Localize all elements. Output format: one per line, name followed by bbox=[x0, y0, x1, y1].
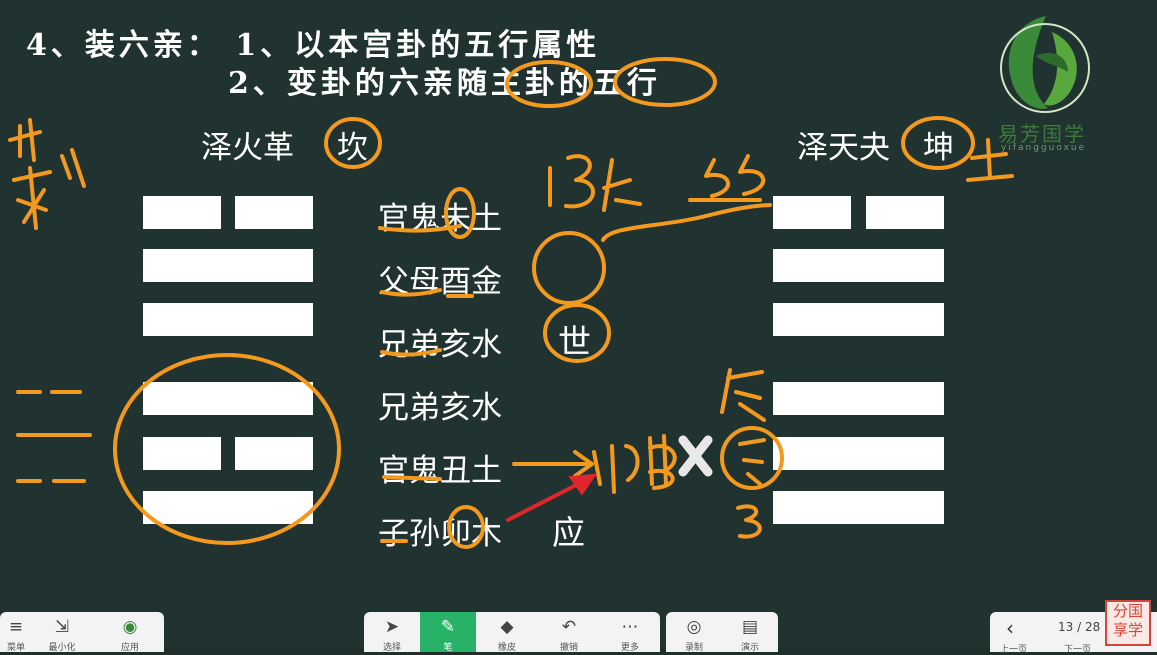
line-label-5: 父母酉金 bbox=[378, 264, 502, 300]
app-label: 应用 bbox=[120, 643, 139, 652]
yao-yin-left bbox=[773, 196, 851, 229]
yao-yin-right bbox=[235, 196, 313, 229]
pen-tool-button[interactable]: ✎ 笔 bbox=[420, 612, 476, 652]
stamp-line-1: 分国 bbox=[1112, 602, 1143, 620]
yao-yang bbox=[773, 249, 944, 282]
yao-yang bbox=[143, 249, 313, 282]
next-page-label: 下一页 bbox=[1064, 645, 1092, 655]
yao-yin-left bbox=[143, 196, 221, 229]
yao-yang bbox=[143, 303, 313, 336]
yao-yin-left bbox=[143, 437, 221, 470]
undo-icon: ↶ bbox=[561, 617, 577, 637]
heading-line-2: 2、变卦的六亲随主卦的五行 bbox=[228, 66, 661, 101]
ying-mark: 应 bbox=[552, 513, 585, 552]
prev-page-label: 上一页 bbox=[1000, 645, 1028, 655]
pen-icon: ✎ bbox=[440, 617, 456, 637]
line-label-3: 兄弟亥水 bbox=[378, 390, 502, 426]
toolbar-right: ◎ 录制 ▤ 演示 bbox=[666, 612, 778, 652]
prev-page-button[interactable]: ‹ bbox=[1006, 616, 1014, 640]
yao-yang bbox=[773, 491, 944, 524]
left-gua-name: 泽火革 bbox=[201, 130, 294, 166]
line-label-6: 官鬼未土 bbox=[378, 201, 502, 237]
present-button[interactable]: ▤ 演示 bbox=[722, 612, 778, 652]
yao-yin-right bbox=[235, 437, 313, 470]
eraser-label: 橡皮 bbox=[497, 643, 516, 652]
pen-label: 笔 bbox=[443, 643, 453, 652]
yao-yang bbox=[143, 491, 313, 524]
present-icon: ▤ bbox=[741, 617, 759, 637]
select-tool-button[interactable]: ➤ 选择 bbox=[364, 612, 420, 652]
share-stamp: 分国 享学 bbox=[1105, 600, 1151, 646]
record-button[interactable]: ◎ 录制 bbox=[666, 612, 722, 652]
toolbar-left: ≡ 菜单 ⇲ 最小化 ◉ 应用 bbox=[0, 612, 164, 652]
menu-button[interactable]: ≡ 菜单 bbox=[0, 612, 32, 652]
minimize-button[interactable]: ⇲ 最小化 bbox=[40, 612, 84, 652]
cursor-icon: ➤ bbox=[384, 617, 400, 637]
leaf-logo-icon bbox=[1000, 16, 1090, 113]
present-label: 演示 bbox=[740, 643, 759, 652]
line-label-4: 兄弟亥水 bbox=[378, 327, 502, 363]
record-icon: ◎ bbox=[686, 617, 702, 637]
undo-label: 撤销 bbox=[559, 643, 578, 652]
more-button[interactable]: ⋯ 更多 bbox=[600, 612, 660, 652]
record-label: 录制 bbox=[684, 643, 703, 652]
yao-yang bbox=[773, 437, 944, 470]
right-gua-palace: 坤 bbox=[923, 130, 954, 166]
toolbar-tools: ➤ 选择 ✎ 笔 ◆ 橡皮 ↶ 撤销 ⋯ 更多 bbox=[364, 612, 660, 652]
shi-mark: 世 bbox=[558, 322, 591, 361]
yao-yang bbox=[773, 382, 944, 415]
stamp-line-2: 享学 bbox=[1112, 621, 1143, 639]
line-label-1: 子孙卯木 bbox=[378, 516, 502, 552]
page-indicator: 13 / 28 bbox=[1058, 620, 1101, 634]
more-icon: ⋯ bbox=[621, 617, 639, 637]
chevron-left-icon: ‹ bbox=[1006, 616, 1014, 640]
logo-subtext: yifangguoxue bbox=[1001, 143, 1087, 153]
undo-button[interactable]: ↶ 撤销 bbox=[538, 612, 600, 652]
menu-label: 菜单 bbox=[6, 643, 25, 652]
menu-icon: ≡ bbox=[8, 617, 24, 637]
yao-yang bbox=[773, 303, 944, 336]
select-label: 选择 bbox=[382, 643, 401, 652]
app-icon: ◉ bbox=[122, 617, 138, 637]
minimize-icon: ⇲ bbox=[54, 617, 70, 637]
minimize-label: 最小化 bbox=[48, 643, 76, 652]
line-label-2: 官鬼丑土 bbox=[378, 453, 502, 489]
yao-yang bbox=[143, 382, 313, 415]
left-gua-palace: 坎 bbox=[337, 130, 368, 166]
eraser-icon: ◆ bbox=[500, 617, 514, 637]
right-gua-name: 泽天夬 bbox=[797, 130, 890, 166]
more-label: 更多 bbox=[620, 643, 639, 652]
eraser-tool-button[interactable]: ◆ 橡皮 bbox=[476, 612, 538, 652]
app-button[interactable]: ◉ 应用 bbox=[104, 612, 156, 652]
yao-yin-right bbox=[866, 196, 944, 229]
